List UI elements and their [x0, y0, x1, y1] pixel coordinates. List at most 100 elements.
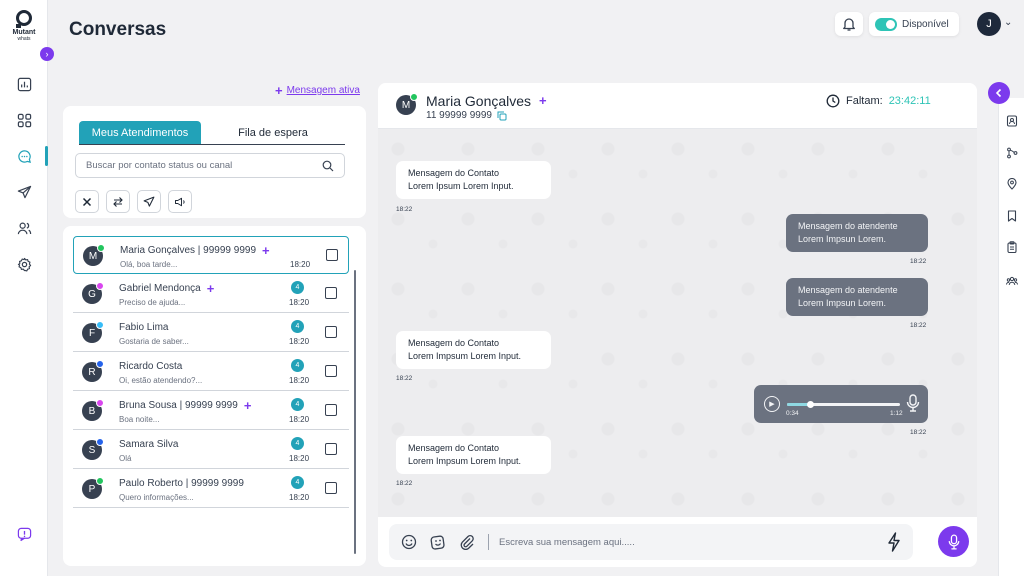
contact-initial: P	[88, 483, 96, 495]
toggle-switch[interactable]	[875, 17, 897, 31]
sidebar-expand-button[interactable]: ›	[40, 47, 54, 61]
contact-name-text: Ricardo Costa	[119, 361, 183, 372]
nav-feedback[interactable]	[14, 524, 34, 544]
message-line: Mensagem do atendente	[798, 285, 898, 295]
contact-row[interactable]: P Paulo Roberto | 99999 9999 Quero informa…	[73, 470, 349, 508]
branch-icon	[1007, 147, 1018, 159]
logo-icon	[16, 10, 32, 28]
contact-avatar[interactable]: M	[396, 93, 418, 115]
contact-avatar: G	[82, 282, 104, 304]
contact-checkbox[interactable]	[325, 326, 337, 338]
notes-button[interactable]	[1005, 240, 1019, 254]
conversation-filter-card: Meus Atendimentos Fila de espera	[63, 106, 366, 218]
add-contact-plus-icon[interactable]: +	[262, 244, 270, 257]
contact-initial: F	[88, 327, 96, 339]
saved-button[interactable]	[1005, 209, 1019, 223]
add-contact-plus-icon[interactable]: +	[539, 94, 547, 107]
unread-badge: 4	[291, 320, 304, 333]
contact-list-scrollbar[interactable]	[354, 270, 356, 554]
contact-row[interactable]: S Samara Silva Olá 4 18:20	[73, 431, 349, 469]
contact-row[interactable]: R Ricardo Costa Oi, estão atendendo?... 4 18…	[73, 353, 349, 391]
search-icon[interactable]	[322, 160, 334, 172]
sidebar: Mutant whats	[0, 0, 48, 576]
contact-checkbox[interactable]	[325, 443, 337, 455]
contact-time: 18:20	[289, 454, 310, 463]
filter-buttons	[75, 190, 192, 213]
attach-button[interactable]	[457, 532, 477, 552]
add-contact-plus-icon[interactable]: +	[244, 399, 252, 412]
emoji-icon	[401, 534, 417, 550]
add-contact-plus-icon[interactable]: +	[207, 282, 215, 295]
chat-bubble-icon	[17, 149, 31, 163]
audio-current-time: 0:34	[786, 410, 799, 417]
copy-icon[interactable]	[497, 111, 507, 121]
search-input[interactable]	[86, 160, 322, 171]
contact-checkbox[interactable]	[325, 482, 337, 494]
nav-contacts[interactable]	[14, 218, 34, 238]
send-icon	[17, 185, 31, 198]
facebook-channel-icon	[96, 360, 104, 368]
contact-time: 18:20	[289, 376, 310, 385]
send-icon	[143, 196, 155, 207]
availability-toggle[interactable]: Disponível	[869, 12, 959, 36]
contact-checkbox[interactable]	[325, 287, 337, 299]
chat-contact-phone-text: 11 99999 9999	[426, 110, 492, 121]
contact-row[interactable]: M Maria Gonçalves | 99999 9999 + Olá, boa t…	[73, 236, 349, 274]
contact-checkbox[interactable]	[326, 249, 338, 261]
play-button[interactable]: ▶	[764, 396, 780, 412]
chat-contact-name: Maria Gonçalves +	[426, 93, 547, 109]
team-button[interactable]	[1005, 274, 1019, 288]
unread-badge: 4	[291, 359, 304, 372]
audio-progress-track[interactable]	[787, 401, 900, 408]
contact-info-button[interactable]	[1005, 114, 1019, 128]
contact-name-text: Samara Silva	[119, 439, 179, 450]
active-message-link[interactable]: + Mensagem ativa	[275, 83, 360, 98]
message-bubble-incoming: Mensagem do Contato Lorem Impsum Lorem I…	[396, 436, 551, 474]
message-bubble-outgoing: Mensagem do atendente Lorem Impsun Lorem…	[786, 214, 928, 252]
contact-checkbox[interactable]	[325, 404, 337, 416]
contact-avatar: P	[82, 477, 104, 499]
message-line: Mensagem do Contato	[408, 168, 500, 178]
quick-reply-button[interactable]	[887, 532, 901, 557]
tab-my-attendances[interactable]: Meus Atendimentos	[79, 121, 201, 144]
nav-settings[interactable]	[14, 254, 34, 274]
nav-conversations[interactable]	[14, 146, 34, 166]
audio-total-time: 1:12	[890, 410, 903, 417]
contact-preview: Oi, estão atendendo?...	[119, 376, 203, 385]
user-avatar[interactable]: J	[977, 12, 1001, 36]
availability-label: Disponível	[902, 18, 949, 30]
emoji-button[interactable]	[399, 532, 419, 552]
bookmark-icon	[1007, 210, 1017, 222]
chevron-down-icon[interactable]: ⌄	[1004, 17, 1012, 28]
location-button[interactable]	[1005, 177, 1019, 191]
clipboard-icon	[1007, 241, 1017, 253]
notifications-button[interactable]	[835, 12, 863, 36]
contact-checkbox[interactable]	[325, 365, 337, 377]
nav-dashboard[interactable]	[14, 74, 34, 94]
broadcast-filter-button[interactable]	[168, 190, 192, 213]
contact-row[interactable]: F Fabio Lima Gostaria de saber... 4 18:20	[73, 314, 349, 352]
right-rail-toggle[interactable]	[988, 82, 1010, 104]
audio-progress-knob[interactable]	[806, 401, 814, 408]
logo-subtext: whats	[17, 36, 31, 42]
transfer-filter-button[interactable]	[106, 190, 130, 213]
message-composer	[389, 524, 913, 560]
location-pin-icon	[1007, 178, 1017, 190]
flow-button[interactable]	[1005, 146, 1019, 160]
record-audio-button[interactable]	[938, 526, 969, 557]
send-filter-button[interactable]	[137, 190, 161, 213]
contact-name-text: Paulo Roberto | 99999 9999	[119, 478, 244, 489]
tab-waiting-queue[interactable]: Fila de espera	[201, 121, 345, 144]
contact-row[interactable]: G Gabriel Mendonça + Preciso de ajuda... 4 18…	[73, 275, 349, 313]
nav-campaigns[interactable]	[14, 182, 34, 202]
message-time: 18:22	[910, 258, 927, 265]
nav-apps[interactable]	[14, 110, 34, 130]
sticker-button[interactable]	[428, 532, 448, 552]
message-input[interactable]	[499, 536, 913, 548]
contact-avatar-initial: M	[401, 99, 411, 111]
close-filter-button[interactable]	[75, 190, 99, 213]
message-bubble-incoming: Mensagem do Contato Lorem Ipsum Lorem In…	[396, 161, 551, 199]
message-area[interactable]: Mensagem do Contato Lorem Ipsum Lorem In…	[378, 129, 977, 517]
chevron-right-icon: ›	[45, 49, 49, 59]
contact-row[interactable]: B Bruna Sousa | 99999 9999 + Boa noite... 4 1…	[73, 392, 349, 430]
